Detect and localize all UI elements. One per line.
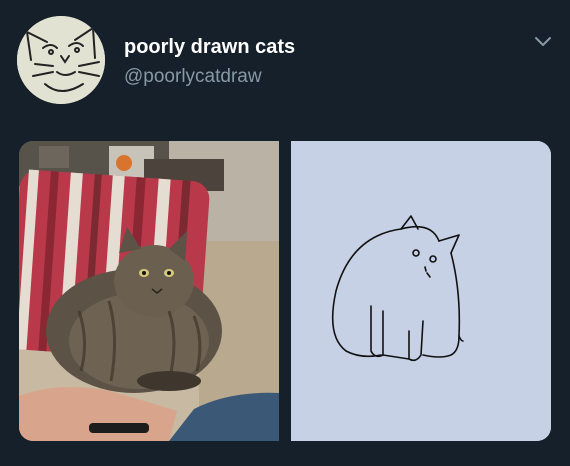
cat-drawing[interactable]	[291, 141, 551, 441]
tweet-card: poorly drawn cats @poorlycatdraw	[0, 0, 570, 466]
cat-photo[interactable]	[19, 141, 279, 441]
cat-photo-image	[19, 141, 279, 441]
profile-avatar[interactable]	[17, 16, 105, 104]
user-handle[interactable]: @poorlycatdraw	[124, 66, 262, 88]
chevron-down-icon[interactable]	[532, 30, 554, 52]
cat-drawing-image	[291, 141, 551, 441]
cat-sketch-avatar-icon	[17, 16, 105, 104]
display-name[interactable]: poorly drawn cats	[124, 36, 295, 59]
tweet-media	[19, 141, 551, 441]
